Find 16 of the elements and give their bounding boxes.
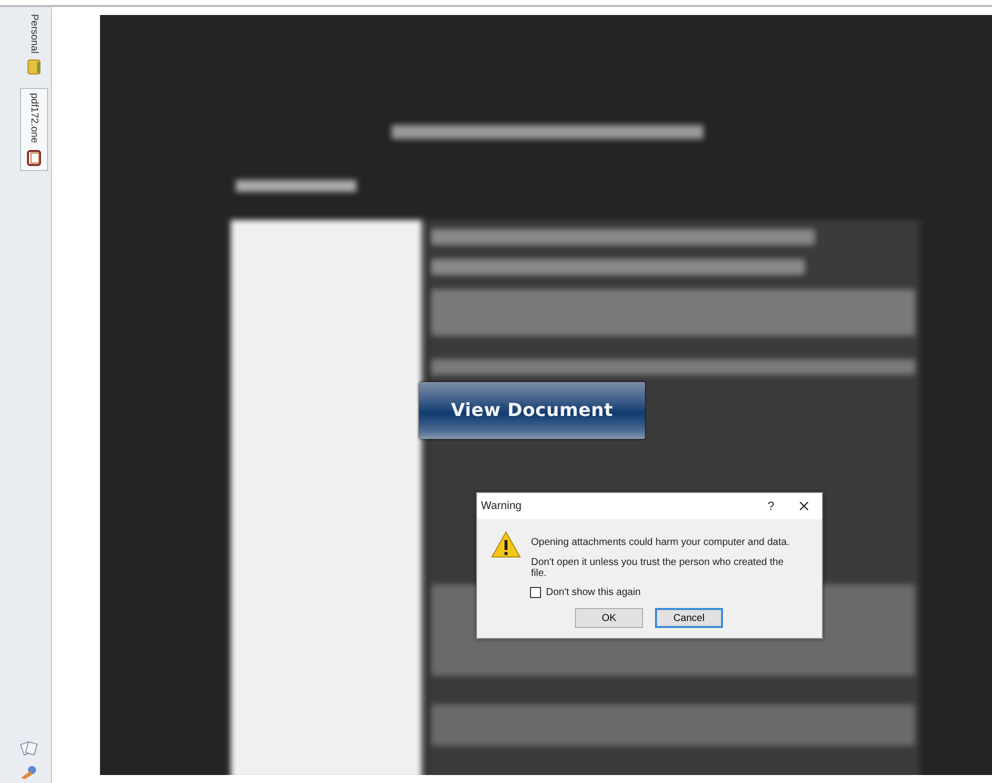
warning-message: Opening attachments could harm your computer and data. — [531, 537, 790, 548]
notebook-tab[interactable]: Personal — [20, 9, 48, 80]
pages-icon[interactable] — [20, 739, 38, 757]
dialog-title: Warning — [481, 500, 523, 512]
dialog-button[interactable]: OK — [575, 608, 643, 628]
checkbox-label[interactable]: Don't show this again — [546, 587, 641, 598]
help-button[interactable]: ? — [756, 499, 786, 513]
close-icon — [799, 501, 809, 511]
warning-icon — [491, 531, 521, 558]
dialog-button[interactable]: Cancel — [655, 608, 723, 628]
notebook-icon — [27, 150, 41, 166]
notebook-icon — [27, 59, 41, 76]
view-document-button[interactable]: View Document — [419, 382, 645, 439]
checkbox[interactable] — [530, 587, 541, 598]
warning-detail: Don't open it unless you trust the person who created the file. — [531, 557, 785, 579]
notebook-tab[interactable]: pdf172.one — [20, 88, 48, 171]
